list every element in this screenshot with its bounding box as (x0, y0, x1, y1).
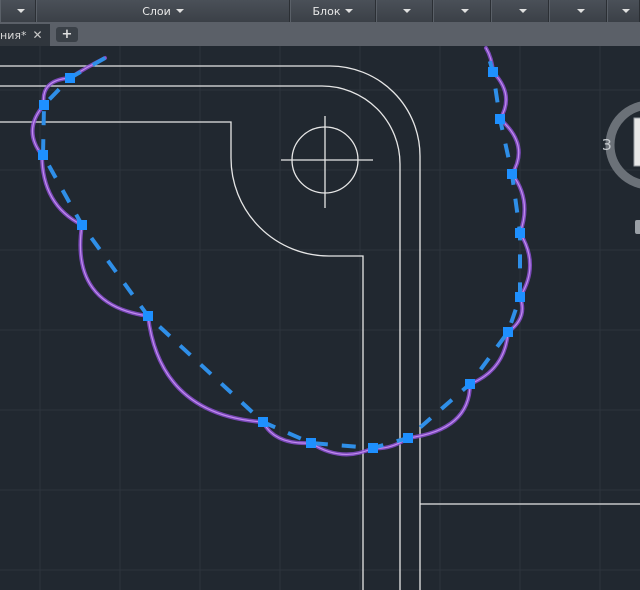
grip (515, 228, 525, 238)
grip (306, 438, 316, 448)
drawing-viewport[interactable]: З (0, 46, 640, 590)
selection-grips[interactable] (38, 67, 525, 453)
grip (368, 443, 378, 453)
inner-contour (0, 121, 364, 590)
chevron-down-icon (345, 9, 354, 13)
drawing-tab-label: ния* (0, 28, 27, 42)
chevron-down-icon (460, 9, 469, 13)
viewcube-home-icon (635, 220, 640, 234)
ribbon-panel-groups[interactable] (433, 0, 491, 22)
viewcube-face (633, 117, 640, 167)
ribbon-panel-utilities[interactable] (491, 0, 549, 22)
chevron-down-icon (175, 9, 184, 13)
grip (143, 311, 153, 321)
file-tab-bar: ния* ✕ (0, 22, 640, 46)
viewcube-label-west: З (602, 136, 612, 154)
close-icon[interactable]: ✕ (32, 28, 42, 42)
grip (77, 220, 87, 230)
drawing-geometry (0, 65, 640, 590)
ribbon-panel-layers-label: Слои (142, 4, 171, 18)
drawing-tab[interactable]: ния* ✕ (0, 24, 50, 46)
ribbon-panel-left[interactable] (0, 0, 36, 22)
ribbon-panel-block-label: Блок (312, 4, 341, 18)
grip (495, 114, 505, 124)
ribbon-panel-layers[interactable]: Слои (36, 0, 290, 22)
outer-contour (0, 65, 421, 590)
chevron-down-icon (403, 9, 411, 13)
grip (38, 150, 48, 160)
grip (515, 292, 525, 302)
ribbon-panel-view[interactable] (607, 0, 640, 22)
ribbon-panel-properties[interactable] (376, 0, 433, 22)
grip (503, 327, 513, 337)
chevron-down-icon (622, 9, 630, 13)
chevron-down-icon (16, 9, 25, 13)
grip (465, 379, 475, 389)
new-tab-button[interactable]: + (56, 27, 78, 42)
ribbon-toolbar: Слои Блок (0, 0, 640, 23)
grip (507, 169, 517, 179)
ribbon-panel-block[interactable]: Блок (290, 0, 376, 22)
ribbon-panel-clipboard[interactable] (549, 0, 607, 22)
chevron-down-icon (518, 9, 527, 13)
grip (488, 67, 498, 77)
grip (39, 100, 49, 110)
grip (403, 433, 413, 443)
grip (65, 73, 75, 83)
chevron-down-icon (576, 9, 585, 13)
grip (258, 417, 268, 427)
revision-cloud[interactable] (30, 46, 532, 457)
revision-cloud-chords (40, 47, 522, 451)
